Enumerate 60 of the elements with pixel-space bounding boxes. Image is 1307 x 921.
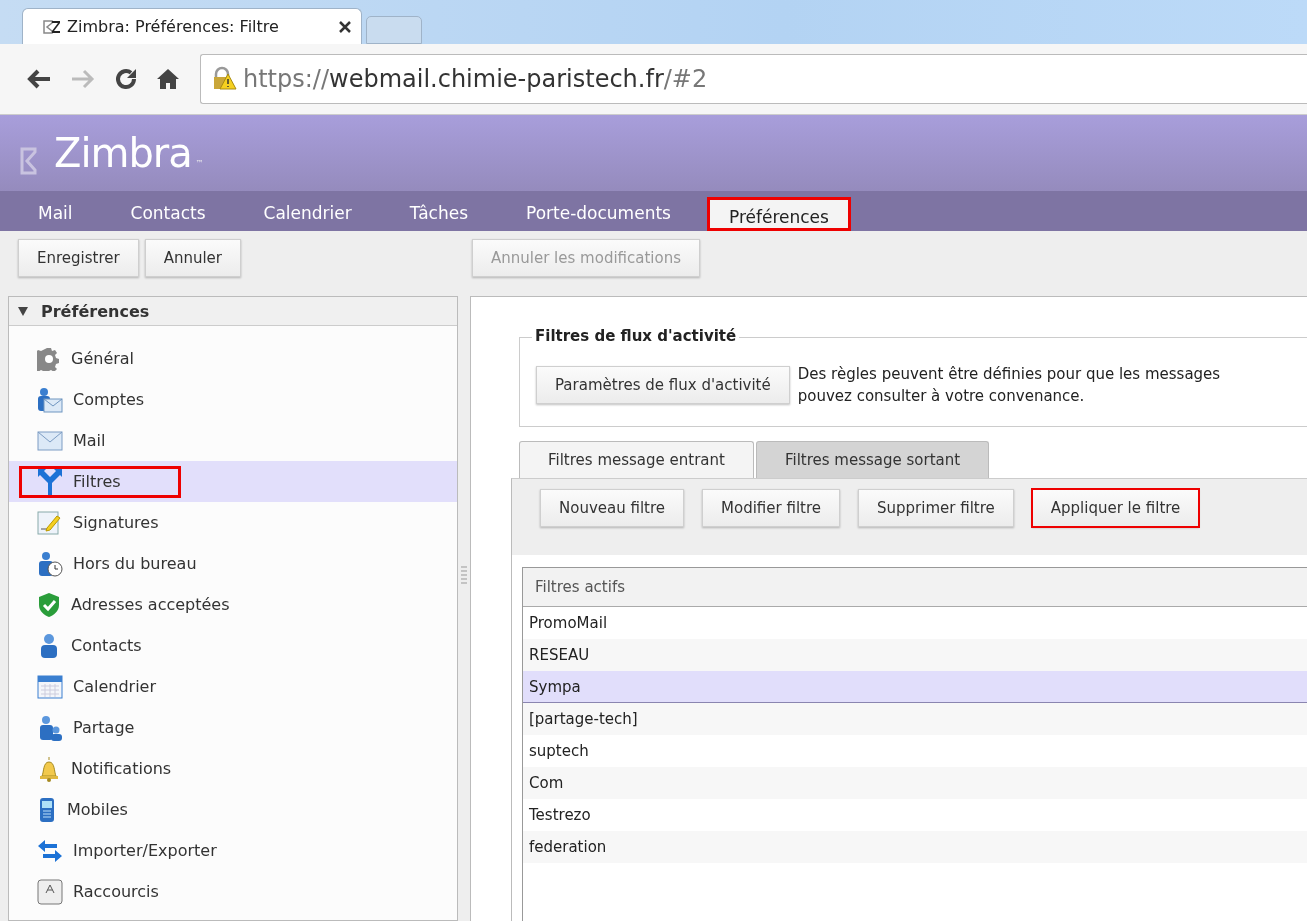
splitter-grip-icon[interactable] (461, 565, 467, 587)
filter-tab[interactable]: Filtres message entrant (519, 441, 754, 478)
sidebar-item[interactable]: Général (9, 338, 457, 379)
sidebar-item[interactable]: Contacts (9, 625, 457, 666)
sidebar-item[interactable]: Partage (9, 707, 457, 748)
sidebar-header: Préférences (41, 301, 150, 321)
filter-row[interactable]: RESEAU (523, 639, 1307, 671)
app-tab[interactable]: Mail (16, 203, 95, 231)
expand-triangle-icon[interactable] (17, 305, 29, 317)
sidebar-item[interactable]: Mail (9, 420, 457, 461)
sidebar-item[interactable]: Hors du bureau (9, 543, 457, 584)
calendar-icon (37, 674, 63, 699)
app-tab[interactable]: Porte-documents (504, 203, 693, 231)
sidebar-item[interactable]: Filtres (9, 461, 457, 502)
toolbar-button[interactable]: Annuler (144, 239, 242, 277)
filter-row[interactable]: federation (523, 831, 1307, 863)
filter-button[interactable]: Nouveau filtre (540, 489, 685, 527)
activity-description: Des règles peuvent être définies pour que les messages pouvez consulter à votre convenance. (797, 364, 1221, 407)
fork-arrow-icon (37, 468, 63, 495)
filter-row[interactable]: Com (523, 767, 1307, 799)
filter-tab[interactable]: Filtres message sortant (755, 441, 990, 478)
sidebar-item[interactable]: Mobiles (9, 789, 457, 830)
filter-button[interactable]: Appliquer le filtre (1031, 489, 1200, 527)
app-tab[interactable]: Tâches (387, 203, 490, 231)
browser-tab-title: Zimbra: Préférences: Filtre (67, 17, 280, 36)
app-tab[interactable]: Calendrier (241, 203, 374, 231)
sidebar-item[interactable]: Comptes (9, 379, 457, 420)
sidebar-item[interactable]: Calendrier (9, 666, 457, 707)
address-bar[interactable]: https://webmail.chimie-paristech.fr/#2 (200, 54, 1307, 104)
list-header: Filtres actifs (523, 568, 1307, 607)
person-envelope-icon (37, 386, 63, 413)
sidebar-item[interactable]: Importer/Exporter (9, 830, 457, 871)
url-text: https://webmail.chimie-paristech.fr/#2 (243, 65, 708, 93)
toolbar-button[interactable]: Enregistrer (18, 239, 139, 277)
mobile-phone-icon (37, 796, 57, 823)
sidebar-item[interactable]: Signatures (9, 502, 457, 543)
people-icon (37, 714, 63, 741)
pencil-page-icon (37, 509, 63, 536)
close-icon[interactable] (339, 20, 351, 33)
swap-arrows-icon (37, 837, 63, 864)
zimbra-logo: Zimbra™ (20, 130, 204, 176)
sidebar-item[interactable]: Notifications (9, 748, 457, 789)
sidebar-item[interactable]: Adresses acceptées (9, 584, 457, 625)
gear-icon (37, 346, 61, 371)
filter-row[interactable]: Sympa (523, 671, 1307, 703)
app-tab[interactable]: Préférences (706, 197, 851, 231)
keyboard-key-icon (37, 878, 63, 905)
person-clock-icon (37, 550, 63, 577)
bell-icon (37, 755, 61, 782)
app-tab[interactable]: Contacts (108, 203, 228, 231)
shield-check-icon (37, 591, 61, 618)
filter-button[interactable]: Modifier filtre (702, 489, 841, 527)
browser-tab[interactable]: Zimbra: Préférences: Filtre (22, 8, 362, 44)
filter-button[interactable]: Supprimer filtre (858, 489, 1014, 527)
sidebar-item[interactable]: Raccourcis (9, 871, 457, 912)
activity-settings-button[interactable]: Paramètres de flux d'activité (536, 366, 790, 404)
lock-warning-icon (211, 66, 237, 92)
zimbra-favicon-icon (43, 18, 61, 35)
filter-row[interactable]: [partage-tech] (523, 703, 1307, 735)
envelope-icon (37, 430, 63, 451)
